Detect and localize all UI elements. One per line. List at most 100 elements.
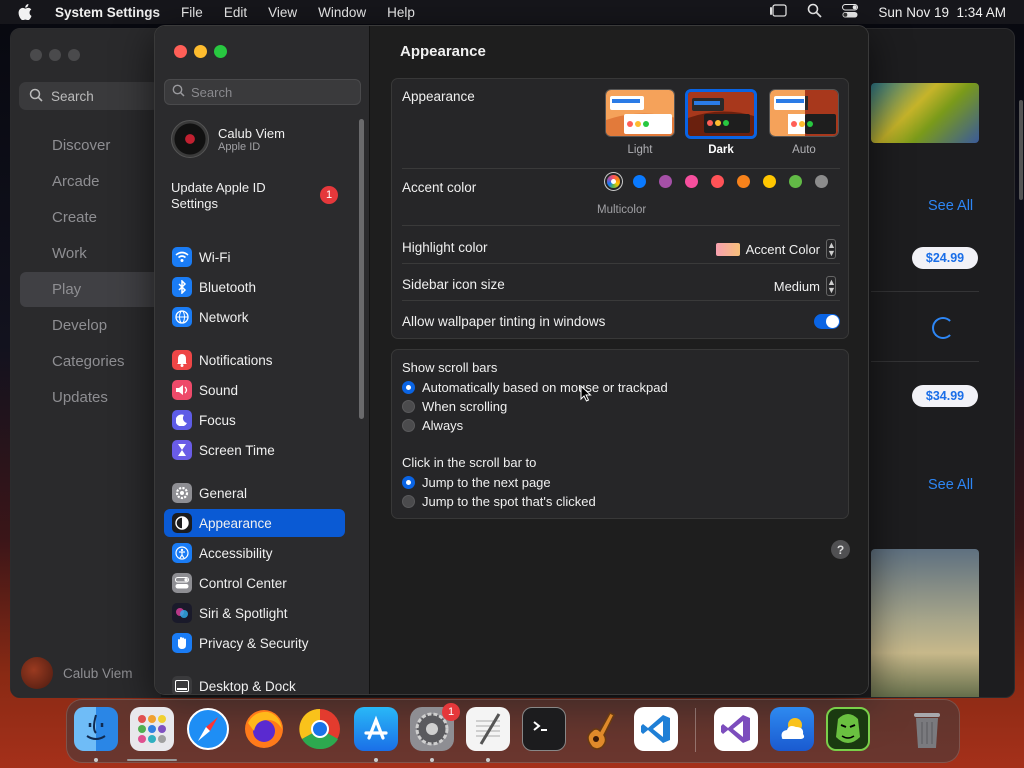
dock-launchpad-icon[interactable] <box>130 707 174 751</box>
help-button[interactable]: ? <box>831 540 850 559</box>
sidebar-item-wi-fi[interactable]: Wi-Fi <box>164 243 345 271</box>
apple-logo-icon[interactable] <box>18 4 34 20</box>
menu-file[interactable]: File <box>181 5 203 20</box>
accent-color-swatch[interactable] <box>789 175 802 188</box>
store-user[interactable]: Calub Viem <box>21 657 133 689</box>
game-artwork-bottom[interactable] <box>871 549 979 697</box>
menu-datetime[interactable]: Sun Nov 19 1:34 AM <box>878 5 1006 20</box>
sidebar-item-desktop-dock[interactable]: Desktop & Dock <box>164 672 345 694</box>
dock-chrome-icon[interactable] <box>298 707 342 751</box>
speaker-icon <box>172 380 192 400</box>
price-button-1[interactable]: $24.99 <box>912 247 978 269</box>
siri-icon <box>172 603 192 623</box>
sidebar-item-label: Notifications <box>199 352 273 368</box>
dock-weather-icon[interactable] <box>770 707 814 751</box>
zoom-button[interactable] <box>214 45 227 58</box>
accent-color-swatch[interactable] <box>633 175 646 188</box>
appearance-light-option[interactable] <box>605 89 675 137</box>
accent-color-swatch[interactable] <box>737 175 750 188</box>
accent-color-swatch[interactable] <box>685 175 698 188</box>
globe-icon <box>172 307 192 327</box>
dock-firefox-icon[interactable] <box>242 707 286 751</box>
stage-manager-icon[interactable] <box>769 3 788 21</box>
store-scrollbar[interactable] <box>1019 100 1023 200</box>
game-artwork-top[interactable] <box>871 83 979 143</box>
store-search-input[interactable]: Search <box>19 82 159 110</box>
accent-color-swatch[interactable] <box>815 175 828 188</box>
spotlight-search-icon[interactable] <box>807 3 823 21</box>
dock-vscode-icon[interactable] <box>634 707 678 751</box>
see-all-link-1[interactable]: See All <box>928 198 973 214</box>
scroll-bars-auto-radio[interactable]: Automatically based on mouse or trackpad <box>402 380 668 395</box>
dock-app-store-icon[interactable] <box>354 707 398 751</box>
wallpaper-tinting-toggle[interactable] <box>814 314 840 329</box>
dock-textedit-icon[interactable] <box>466 707 510 751</box>
see-all-link-2[interactable]: See All <box>928 477 973 493</box>
store-zoom-button[interactable] <box>68 49 80 61</box>
moon-icon <box>172 410 192 430</box>
sidebar-search-input[interactable]: Search <box>164 79 361 105</box>
sidebar-item-accessibility[interactable]: Accessibility <box>164 539 345 567</box>
appearance-dark-option[interactable] <box>685 89 757 139</box>
accent-color-swatch[interactable] <box>763 175 776 188</box>
bell-icon <box>172 350 192 370</box>
sidebar-item-general[interactable]: General <box>164 479 345 507</box>
menu-window[interactable]: Window <box>318 5 366 20</box>
minimize-button[interactable] <box>194 45 207 58</box>
accent-color-swatch[interactable] <box>711 175 724 188</box>
menu-view[interactable]: View <box>268 5 297 20</box>
dock-terminal-icon[interactable] <box>522 707 566 751</box>
highlight-color-popup[interactable]: Accent Color ▲ ▼ <box>715 239 836 259</box>
store-nav-arcade[interactable]: Arcade <box>52 173 100 190</box>
sidebar-scrollbar[interactable] <box>359 119 364 419</box>
accent-multicolor-swatch[interactable] <box>607 175 620 188</box>
scroll-bars-scrolling-radio[interactable]: When scrolling <box>402 399 507 414</box>
sidebar-item-appearance[interactable]: Appearance <box>164 509 345 537</box>
store-nav-discover[interactable]: Discover <box>52 137 110 154</box>
store-nav-create[interactable]: Create <box>52 209 97 226</box>
search-icon <box>172 84 185 100</box>
chevron-updown-icon: ▲ ▼ <box>826 276 836 296</box>
row-divider <box>871 291 979 292</box>
sidebar-item-notifications[interactable]: Notifications <box>164 346 345 374</box>
sidebar-item-screen-time[interactable]: Screen Time <box>164 436 345 464</box>
radio-selected-icon <box>402 476 415 489</box>
sidebar-item-label: Privacy & Security <box>199 635 309 651</box>
accent-color-swatch[interactable] <box>659 175 672 188</box>
store-close-button[interactable] <box>30 49 42 61</box>
store-minimize-button[interactable] <box>49 49 61 61</box>
store-nav-work[interactable]: Work <box>52 245 87 262</box>
menu-edit[interactable]: Edit <box>224 5 247 20</box>
sidebar-icon-size-popup[interactable]: Medium ▲ ▼ <box>774 276 836 296</box>
apple-id-account[interactable]: Calub Viem Apple ID <box>171 120 285 158</box>
store-nav-categories[interactable]: Categories <box>52 353 125 370</box>
store-nav-develop[interactable]: Develop <box>52 317 107 334</box>
sidebar-item-sound[interactable]: Sound <box>164 376 345 404</box>
sidebar-item-network[interactable]: Network <box>164 303 345 331</box>
close-button[interactable] <box>174 45 187 58</box>
dock-garageband-icon[interactable] <box>578 707 622 751</box>
update-apple-id-settings[interactable]: Update Apple ID Settings <box>171 180 281 212</box>
dock-safari-icon[interactable] <box>186 707 230 751</box>
store-nav-updates[interactable]: Updates <box>52 389 108 406</box>
sidebar-item-privacy-security[interactable]: Privacy & Security <box>164 629 345 657</box>
dock-finder-icon[interactable] <box>74 707 118 751</box>
sidebar-item-focus[interactable]: Focus <box>164 406 345 434</box>
scroll-bars-always-radio[interactable]: Always <box>402 418 463 433</box>
appearance-auto-option[interactable] <box>769 89 839 137</box>
dock-system-settings-icon[interactable]: 1 <box>410 703 460 751</box>
jump-next-page-radio[interactable]: Jump to the next page <box>402 475 551 490</box>
sidebar-item-control-center[interactable]: Control Center <box>164 569 345 597</box>
jump-spot-clicked-radio[interactable]: Jump to the spot that's clicked <box>402 494 596 509</box>
dock-visual-studio-icon[interactable] <box>714 707 758 751</box>
store-avatar <box>21 657 53 689</box>
store-nav-play[interactable]: Play <box>52 281 81 298</box>
menu-app-name[interactable]: System Settings <box>55 5 160 20</box>
price-button-2[interactable]: $34.99 <box>912 385 978 407</box>
control-center-icon[interactable] <box>842 3 859 21</box>
dock-trash-icon[interactable] <box>905 707 949 751</box>
sidebar-item-siri-spotlight[interactable]: Siri & Spotlight <box>164 599 345 627</box>
menu-help[interactable]: Help <box>387 5 415 20</box>
dock-hacker-app-icon[interactable] <box>826 707 870 751</box>
sidebar-item-bluetooth[interactable]: Bluetooth <box>164 273 345 301</box>
